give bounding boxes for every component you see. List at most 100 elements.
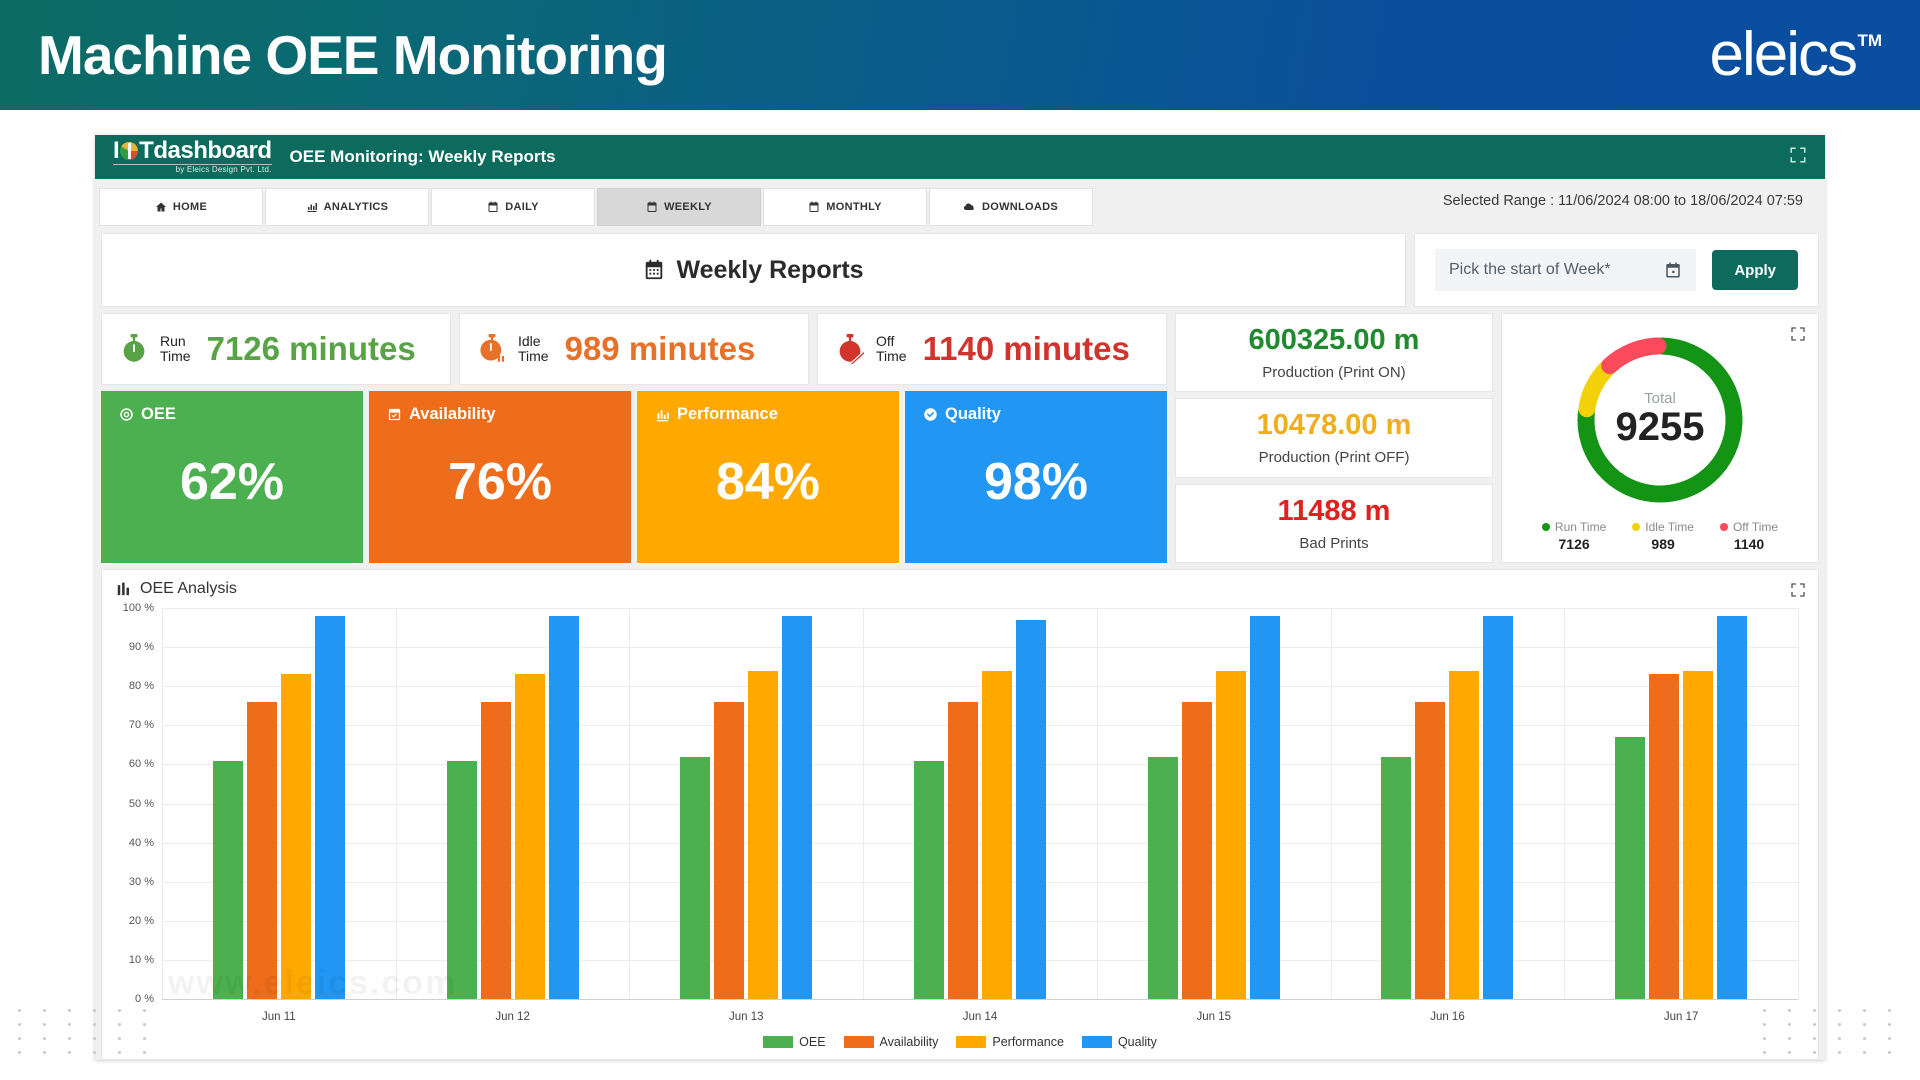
legend-item-availability[interactable]: Availability [843, 1035, 938, 1049]
bar-performance[interactable] [1215, 670, 1246, 999]
bar-chart-icon [117, 582, 129, 595]
bar-performance[interactable] [280, 674, 311, 999]
oee-tile-label: OEE [141, 405, 176, 423]
cloud-download-icon [963, 203, 974, 210]
kpi-section: Run Time 7126 minutes Idle Time 989 minu… [95, 307, 1825, 563]
y-axis-tick: 10 % [128, 953, 154, 966]
bar-quality[interactable] [1483, 615, 1514, 999]
idle-time-dot-icon [1632, 523, 1641, 531]
off-time-dot-icon [1719, 523, 1728, 531]
legend-swatch-icon [763, 1036, 794, 1048]
bar-availability[interactable] [480, 701, 511, 999]
decorative-dot [143, 1023, 146, 1026]
decorative-dot [1838, 1051, 1841, 1054]
tab-downloads[interactable]: DOWNLOADS [929, 188, 1093, 226]
decorative-dots-left [18, 1009, 157, 1054]
bar-group [1331, 608, 1565, 999]
quality-tile: Quality 98% [905, 391, 1167, 563]
chart-gridlines [162, 608, 1799, 1000]
week-start-input[interactable]: Pick the start of Week* [1435, 249, 1697, 291]
bar-availability[interactable] [948, 701, 979, 999]
bar-performance[interactable] [514, 674, 545, 999]
bar-oee[interactable] [446, 760, 477, 999]
page-banner: Machine OEE Monitoring eleics TM [0, 0, 1920, 110]
logo-letter-t: T [139, 136, 154, 164]
bar-oee[interactable] [1147, 756, 1178, 999]
bar-quality[interactable] [1717, 615, 1748, 999]
bar-quality[interactable] [782, 615, 813, 999]
apply-button[interactable]: Apply [1712, 250, 1798, 290]
bar-oee[interactable] [914, 760, 945, 999]
eleics-logo: eleics TM [1709, 24, 1882, 86]
bar-quality[interactable] [1016, 619, 1047, 999]
decorative-dot [1813, 1051, 1816, 1054]
bar-performance[interactable] [982, 670, 1013, 999]
expand-icon[interactable] [1790, 582, 1806, 603]
tab-home[interactable]: HOME [99, 188, 263, 226]
bar-quality[interactable] [548, 615, 579, 999]
iotdashboard-logo: I Tdashboard by Eleics Design Pvt. Ltd. [113, 136, 272, 176]
availability-tile-label: Availability [409, 405, 496, 423]
run-time-value: 7126 minutes [206, 330, 416, 367]
bad-prints-card: 11488 m Bad Prints [1175, 483, 1493, 563]
expand-icon[interactable] [1790, 326, 1806, 347]
performance-tile-value: 84% [715, 452, 821, 511]
bar-groups [162, 608, 1798, 999]
bar-oee[interactable] [680, 756, 711, 999]
bar-oee[interactable] [1615, 737, 1646, 999]
legend-item-performance[interactable]: Performance [956, 1035, 1064, 1049]
stopwatch-icon [123, 334, 145, 362]
decorative-dot [1788, 1051, 1791, 1054]
bar-performance[interactable] [1683, 670, 1714, 999]
bar-group [162, 608, 396, 999]
decorative-dot [143, 1037, 146, 1040]
stopwatch-pause-icon [480, 334, 505, 362]
tab-analytics[interactable]: ANALYTICS [265, 188, 429, 226]
oee-tile: OEE 62% [101, 391, 363, 563]
legend-item-quality[interactable]: Quality [1081, 1035, 1157, 1049]
performance-tile-label: Performance [677, 405, 778, 423]
decorative-dot [1838, 1023, 1841, 1026]
target-icon [120, 408, 133, 421]
decorative-dot [68, 1051, 71, 1054]
bar-oee[interactable] [212, 760, 243, 999]
x-axis-tick: Jun 13 [729, 1011, 764, 1023]
tab-daily[interactable]: DAILY [431, 188, 595, 226]
oee-analysis-card: OEE Analysis 100 % 90 % 80 % 70 % 60 % 50 % 40… [101, 569, 1819, 1060]
tab-weekly[interactable]: WEEKLY [597, 188, 761, 226]
donut-legend-idle-time: Idle Time 989 [1632, 520, 1694, 552]
legend-item-oee[interactable]: OEE [763, 1035, 826, 1049]
bar-availability[interactable] [1415, 701, 1446, 999]
bar-performance[interactable] [748, 670, 779, 999]
bar-availability[interactable] [246, 701, 277, 999]
x-axis-tick: Jun 12 [495, 1011, 530, 1023]
idle-time-legend-value: 989 [1651, 536, 1675, 552]
calendar-icon [646, 259, 663, 280]
fullscreen-icon[interactable] [1789, 146, 1807, 169]
dashboard-window: I Tdashboard by Eleics Design Pvt. Ltd. … [95, 135, 1825, 1060]
tab-monthly[interactable]: MONTHLY [763, 188, 927, 226]
x-axis-tick: Jun 14 [962, 1011, 998, 1023]
bar-quality[interactable] [314, 615, 345, 999]
date-picker-card: Pick the start of Week* Apply [1414, 233, 1819, 307]
decorative-dot [1863, 1023, 1866, 1026]
check-circle-icon [924, 408, 937, 421]
bar-quality[interactable] [1249, 615, 1280, 999]
logo-subtitle: by Eleics Design Pvt. Ltd. [113, 163, 272, 174]
decorative-dot [18, 1023, 21, 1026]
report-title-card: Weekly Reports [101, 233, 1406, 307]
decorative-dot [43, 1023, 46, 1026]
stopwatch-off-icon [839, 334, 864, 364]
bar-oee[interactable] [1381, 756, 1412, 999]
availability-tile: Availability 76% [369, 391, 631, 563]
bar-availability[interactable] [1649, 674, 1680, 999]
decorative-dot [1788, 1009, 1791, 1012]
decorative-dot [1813, 1023, 1816, 1026]
bar-performance[interactable] [1449, 670, 1480, 999]
bar-availability[interactable] [1181, 701, 1212, 999]
decorative-dot [1888, 1009, 1891, 1012]
bar-group [1564, 608, 1798, 999]
bar-availability[interactable] [714, 701, 745, 999]
y-axis-tick: 0 % [135, 993, 154, 1005]
off-time-label: Off Time [876, 334, 907, 363]
